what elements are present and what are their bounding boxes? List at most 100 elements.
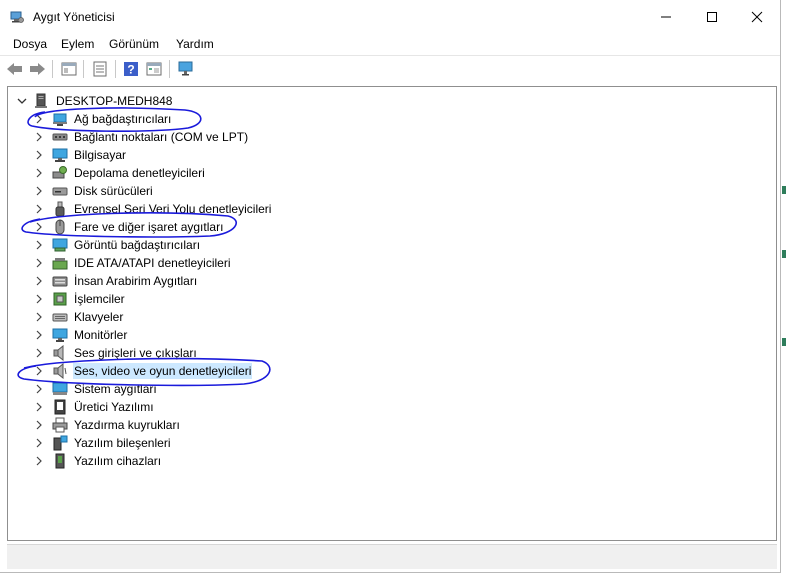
tree-category-row[interactable]: Ses girişleri ve çıkışları (34, 344, 198, 362)
tree-category-row[interactable]: İnsan Arabirim Aygıtları (34, 272, 198, 290)
speaker-icon (53, 345, 64, 361)
maximize-button[interactable] (689, 0, 735, 34)
printer-icon (52, 417, 68, 433)
menu-gorunum[interactable]: Görünüm (109, 37, 159, 51)
chevron-right-icon[interactable] (34, 455, 44, 467)
chevron-right-icon[interactable] (34, 437, 44, 449)
device-manager-window: Aygıt Yöneticisi Dosya Eylem Görünüm Yar… (0, 0, 781, 573)
tree-category-row[interactable]: Görüntü bağdaştırıcıları (34, 236, 201, 254)
tree-category-label: Evrensel Seri Veri Yolu denetleyicileri (74, 202, 272, 216)
tree-category-row[interactable]: Bağlantı noktaları (COM ve LPT) (34, 128, 249, 146)
chevron-right-icon[interactable] (34, 149, 44, 161)
tree-category-row[interactable]: Monitörler (34, 326, 128, 344)
port-icon (52, 133, 68, 141)
tree-category-row[interactable]: Yazılım cihazları (34, 452, 162, 470)
forward-arrow-icon (30, 63, 45, 75)
storage-controller-icon (52, 166, 67, 179)
tree-root-label: DESKTOP-MEDH848 (56, 94, 173, 108)
menu-bar: Dosya Eylem Görünüm Yardım (0, 34, 780, 54)
chevron-right-icon[interactable] (34, 203, 44, 215)
tree-category-label: Yazılım bileşenleri (74, 436, 171, 450)
tree-category-label: Disk sürücüleri (74, 184, 153, 198)
tree-category-row[interactable]: Disk sürücüleri (34, 182, 154, 200)
system-device-icon (52, 382, 68, 395)
desktop-edge (781, 0, 786, 574)
scan-monitor-icon (178, 61, 193, 76)
close-button[interactable] (734, 0, 780, 34)
chevron-right-icon[interactable] (34, 239, 44, 251)
menu-dosya[interactable]: Dosya (13, 37, 47, 51)
back-button[interactable] (5, 59, 25, 79)
device-tree[interactable]: DESKTOP-MEDH848 Ağ bağdaştırıcıları Bağla… (7, 86, 777, 541)
chevron-down-icon[interactable] (16, 95, 28, 107)
chevron-right-icon[interactable] (34, 365, 44, 377)
help-button[interactable]: ? (121, 59, 141, 79)
tree-root-row[interactable]: DESKTOP-MEDH848 (16, 92, 173, 110)
chevron-right-icon[interactable] (34, 347, 44, 359)
chevron-right-icon[interactable] (34, 257, 44, 269)
tree-category-row[interactable]: Yazılım bileşenleri (34, 434, 171, 452)
forward-button[interactable] (27, 59, 47, 79)
chevron-right-icon[interactable] (34, 113, 44, 125)
tree-category-row[interactable]: Yazdırma kuyrukları (34, 416, 181, 434)
window-title: Aygıt Yöneticisi (33, 10, 115, 24)
tree-category-row[interactable]: Fare ve diğer işaret aygıtları (34, 218, 224, 236)
tree-category-row[interactable]: Üretici Yazılımı (34, 398, 155, 416)
menu-eylem[interactable]: Eylem (61, 37, 94, 51)
tree-category-row[interactable]: Ses, video ve oyun denetleyicileri (34, 362, 253, 380)
toolbar: ? (0, 56, 780, 82)
chevron-right-icon[interactable] (34, 131, 44, 143)
disk-drive-icon (52, 187, 68, 196)
chevron-right-icon[interactable] (34, 401, 44, 413)
maximize-icon (707, 12, 717, 22)
chevron-right-icon[interactable] (34, 167, 44, 179)
close-icon (751, 11, 763, 23)
tree-category-row[interactable]: Klavyeler (34, 308, 124, 326)
chevron-right-icon[interactable] (34, 221, 44, 233)
scan-hardware-button[interactable] (176, 59, 196, 79)
desktop-fragment (782, 338, 786, 346)
tree-category-label: Sistem aygıtları (74, 382, 157, 396)
sound-video-icon (53, 363, 67, 379)
firmware-icon (54, 399, 66, 415)
chevron-right-icon[interactable] (34, 311, 44, 323)
chevron-right-icon[interactable] (34, 329, 44, 341)
view-icon (146, 62, 162, 76)
desktop-fragment (782, 186, 786, 194)
chevron-right-icon[interactable] (34, 185, 44, 197)
processor-icon (53, 292, 67, 306)
tree-category-label: Görüntü bağdaştırıcıları (74, 238, 201, 252)
minimize-button[interactable] (643, 0, 689, 34)
tree-category-label: Bilgisayar (74, 148, 127, 162)
toolbar-separator (115, 60, 116, 78)
show-hide-tree-button[interactable] (59, 59, 79, 79)
tree-category-row[interactable]: Sistem aygıtları (34, 380, 158, 398)
tree-category-row[interactable]: Ağ bağdaştırıcıları (34, 110, 172, 128)
device-manager-app-icon (10, 11, 24, 23)
tree-category-row[interactable]: Depolama denetleyicileri (34, 164, 206, 182)
tree-category-label: Monitörler (74, 328, 128, 342)
title-bar[interactable]: Aygıt Yöneticisi (0, 0, 780, 34)
tree-category-label: Depolama denetleyicileri (74, 166, 205, 180)
view-button[interactable] (144, 59, 164, 79)
tree-category-row[interactable]: İşlemciler (34, 290, 126, 308)
tree-category-label: Yazdırma kuyrukları (74, 418, 180, 432)
help-icon: ? (124, 62, 138, 77)
chevron-right-icon[interactable] (34, 293, 44, 305)
tree-category-row[interactable]: IDE ATA/ATAPI denetleyicileri (34, 254, 232, 272)
toolbar-separator (52, 60, 53, 78)
tree-category-label: Bağlantı noktaları (COM ve LPT) (74, 130, 249, 144)
chevron-right-icon[interactable] (34, 275, 44, 287)
tree-category-label: Ses girişleri ve çıkışları (74, 346, 197, 360)
properties-button[interactable] (90, 59, 110, 79)
chevron-right-icon[interactable] (34, 419, 44, 431)
desktop-fragment (782, 250, 786, 258)
toolbar-separator (169, 60, 170, 78)
tree-category-row[interactable]: Evrensel Seri Veri Yolu denetleyicileri (34, 200, 272, 218)
tree-category-row[interactable]: Bilgisayar (34, 146, 127, 164)
chevron-right-icon[interactable] (34, 383, 44, 395)
menu-yardim[interactable]: Yardım (176, 37, 214, 51)
display-adapter-icon (52, 238, 68, 252)
software-component-icon (53, 435, 68, 451)
network-adapter-icon (53, 113, 67, 126)
